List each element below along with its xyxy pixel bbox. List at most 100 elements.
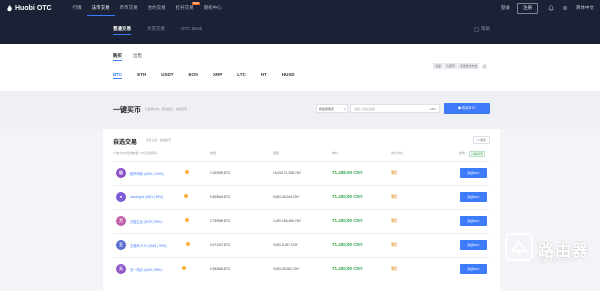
chevron-down-icon: ▾ — [343, 107, 345, 111]
avatar: 极 — [116, 168, 126, 178]
filter-bar: 全部 人民币 全部支付方式 — [432, 63, 487, 69]
col-action: 操作 — [459, 151, 466, 155]
buy-btc-button[interactable]: 购买BTC — [460, 240, 487, 250]
filter-all[interactable]: 全部 — [433, 63, 443, 69]
buy-btc-button[interactable]: 购买BTC — [460, 264, 487, 274]
tab-normal-trade[interactable]: 普通交易 — [113, 26, 131, 35]
trade-mode-tabs: 普通交易 大宗交易 OTC Desk — [113, 26, 218, 35]
quick-buy-desc: 以最优价格，自动撮合，快捷买币 — [145, 107, 187, 111]
bank-icon: 银行 — [391, 194, 397, 199]
medal-icon — [186, 242, 190, 246]
row-limit: 5,000-36,044 CNY — [273, 195, 300, 199]
quick-buy-button[interactable]: ⬢ 购买BTC — [444, 103, 490, 114]
quick-buy-button-label: 购买BTC — [462, 106, 477, 110]
table-row: 极 极币商家 (4330 | 100%) 1.000993 BTC 15,000… — [113, 161, 490, 185]
filter-payment[interactable]: 全部支付方式 — [458, 63, 479, 69]
top-navbar: Huobi OTC 行情 法币交易 币币交易 合约交易 杠杆交易 NEW 期权中心… — [0, 0, 600, 16]
amount-unit: CNY — [429, 107, 436, 111]
coin-tab-ltc[interactable]: LTC — [237, 72, 245, 79]
tab-buy[interactable]: 购买 — [113, 53, 122, 61]
quick-buy-title: 一键买币 — [113, 107, 141, 114]
tab-block-trade[interactable]: 大宗交易 — [147, 26, 165, 35]
buy-btc-button[interactable]: 购买BTC — [460, 192, 487, 202]
help-link[interactable]: 帮助 — [474, 26, 490, 32]
filter-currency[interactable]: 人民币 — [444, 63, 457, 69]
tab-sell[interactable]: 出售 — [133, 53, 142, 61]
quick-buy-band: 一键买币 以最优价格，自动撮合，快捷买币 按金额购买 ▾ 请输入购买金额 CNY… — [0, 91, 600, 129]
row-amount: 0.393546 BTC — [210, 267, 231, 271]
merchant-name[interactable]: 王城商-OTC (3662 | 99%) — [130, 243, 166, 248]
merchant-only-filter[interactable]: 只看商家 — [469, 151, 486, 157]
col-merchant: 广告方(30日成单量 | 30日完成率) — [113, 151, 158, 155]
brand-name: Huobi — [15, 4, 35, 12]
refresh-label: 刷新 — [480, 138, 486, 142]
table-header: 广告方(30日成单量 | 30日完成率) 数量 限额 单价 支付方式 操作 只看… — [113, 151, 490, 159]
buy-btc-button[interactable]: 购买BTC — [460, 168, 487, 178]
col-limit: 限额 — [273, 151, 280, 155]
avatar: 天 — [116, 264, 126, 274]
col-price: 单价 — [332, 151, 339, 155]
nav-fiat-trade[interactable]: 法币交易 — [86, 0, 115, 16]
merchant-name[interactable]: 极币商家 (4330 | 100%) — [130, 171, 164, 176]
merchant-table-panel: 自选交易 商家认证 · 快速放币 ↻ 刷新 广告方(30日成单量 | 30日完成… — [103, 129, 500, 291]
buy-sell-tabs: 购买 出售 — [113, 53, 153, 61]
coin-tab-husd[interactable]: HUSD — [282, 72, 295, 79]
nav-spot-trade[interactable]: 币币交易 — [115, 0, 143, 16]
medal-icon — [185, 218, 189, 222]
nav-contract-trade[interactable]: 合约交易 — [143, 0, 171, 16]
help-icon — [474, 26, 479, 32]
help-label: 帮助 — [481, 26, 490, 31]
row-price: 71,300.00 CNY — [332, 218, 363, 223]
refresh-button[interactable]: ↻ 刷新 — [473, 136, 490, 144]
coin-tab-usdt[interactable]: USDT — [161, 72, 173, 79]
coin-tab-eos[interactable]: EOS — [189, 72, 199, 79]
coin-tab-ht[interactable]: HT — [261, 72, 267, 79]
row-amount: 1.000993 BTC — [210, 171, 231, 175]
buy-mode-select[interactable]: 按金额购买 ▾ — [316, 104, 348, 113]
nav-options[interactable]: 期权中心 — [199, 0, 227, 16]
table-subtitle: 商家认证 · 快速放币 — [146, 138, 171, 142]
top-right-controls: 登录 注册 简体中文 — [501, 0, 600, 16]
row-limit: 1,000-196,496 CNY — [273, 219, 302, 223]
medal-icon — [182, 266, 186, 270]
nav-market[interactable]: 行情 — [68, 0, 87, 16]
col-amount: 数量 — [210, 151, 217, 155]
language-selector[interactable]: 简体中文 — [576, 5, 594, 11]
nav-margin-label: 杠杆交易 — [175, 5, 194, 10]
buy-mode-value: 按金额购买 — [319, 107, 335, 111]
table-row: 天 天一商店 (1633 | 98%) 0.393546 BTC 3,000-2… — [113, 257, 490, 281]
huobi-logo[interactable]: Huobi OTC — [6, 4, 52, 12]
grid-icon[interactable] — [482, 64, 487, 69]
brand-otc: OTC — [36, 4, 52, 12]
medal-icon — [185, 170, 189, 174]
table-title: 自选交易 — [113, 140, 138, 146]
merchant-name[interactable]: 天一商店 (1633 | 98%) — [130, 267, 162, 272]
coin-tabs: BTC ETH USDT EOS XRP LTC HT HUSD — [113, 72, 309, 79]
avatar: 万 — [116, 216, 126, 226]
register-button[interactable]: 注册 — [517, 2, 538, 14]
merchant-name[interactable]: douang-xi (4001 | 99%) — [130, 195, 163, 199]
trade-mode-header: 普通交易 大宗交易 OTC Desk 帮助 — [0, 16, 600, 44]
buy-btc-button[interactable]: 购买BTC — [460, 216, 487, 226]
bell-icon[interactable] — [548, 5, 554, 11]
row-price: 71,298.00 CNY — [332, 170, 363, 175]
login-link[interactable]: 登录 — [501, 5, 510, 11]
merchant-name[interactable]: 万胜生活 (3019 | 99%) — [130, 219, 162, 224]
table-row: 万 万胜生活 (3019 | 99%) 2.755969 BTC 1,000-1… — [113, 209, 490, 233]
watermark-url: luyouqi.com — [538, 257, 576, 264]
medal-icon — [184, 194, 188, 198]
bank-icon: 银行 — [391, 242, 397, 247]
amount-input[interactable]: 请输入购买金额 CNY — [350, 104, 440, 113]
table-row: d douang-xi (4001 | 99%) 0.505544 BTC 5,… — [113, 185, 490, 209]
gear-icon[interactable] — [562, 5, 568, 11]
table-row: 王 王城商-OTC (3662 | 99%) 0.071407 BTC 3,00… — [113, 233, 490, 257]
coin-panel: 购买 出售 BTC ETH USDT EOS XRP LTC HT HUSD 全… — [0, 44, 600, 91]
coin-tab-eth[interactable]: ETH — [137, 72, 146, 79]
row-amount: 0.505544 BTC — [210, 195, 231, 199]
tab-otc-desk[interactable]: OTC Desk — [181, 26, 202, 35]
row-price: 71,300.00 CNY — [332, 266, 363, 271]
coin-tab-btc[interactable]: BTC — [113, 72, 123, 79]
row-limit: 3,000-28,062 CNY — [273, 267, 300, 271]
coin-tab-xrp[interactable]: XRP — [213, 72, 222, 79]
nav-margin-trade[interactable]: 杠杆交易 NEW — [171, 0, 200, 16]
